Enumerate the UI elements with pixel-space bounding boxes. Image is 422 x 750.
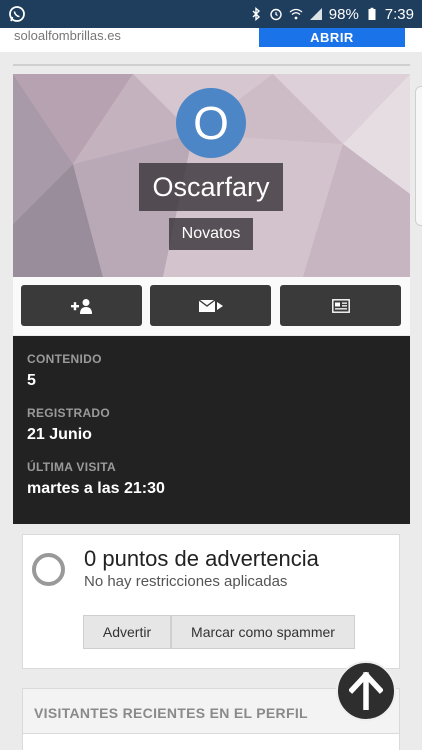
envelope-icon xyxy=(198,298,223,312)
signal-icon xyxy=(309,8,322,20)
battery-percent: 98% xyxy=(328,5,359,23)
battery-icon xyxy=(368,7,376,20)
avatar[interactable]: O xyxy=(176,88,246,158)
profile-banner: O Oscarfary Novatos xyxy=(13,74,410,277)
registered-value: 21 Junio xyxy=(27,426,92,443)
scroll-to-top-button[interactable] xyxy=(336,661,396,721)
wifi-icon xyxy=(289,8,303,20)
last-visit-label: ÚLTIMA VISITA xyxy=(27,460,117,474)
profile-posts-button[interactable] xyxy=(280,285,401,326)
warning-gauge-icon xyxy=(32,553,65,586)
last-visit-value: martes a las 21:30 xyxy=(27,480,165,497)
divider xyxy=(13,64,410,66)
arrow-up-icon xyxy=(349,672,383,710)
registered-label: REGISTRADO xyxy=(27,406,111,420)
content-label: CONTENIDO xyxy=(27,352,102,366)
ad-open-button[interactable]: ABRIR xyxy=(259,28,405,47)
content-value[interactable]: 5 xyxy=(27,372,36,390)
warn-button[interactable]: Advertir xyxy=(83,615,171,649)
warning-points-card: 0 puntos de advertencia No hay restricci… xyxy=(22,534,400,669)
follow-button[interactable] xyxy=(21,285,142,326)
bluetooth-icon xyxy=(252,7,260,21)
user-rank-badge: Novatos xyxy=(169,218,253,250)
add-user-icon xyxy=(70,298,92,314)
warning-points-title: 0 puntos de advertencia xyxy=(84,546,319,571)
clock-time: 7:39 xyxy=(384,5,414,23)
ad-banner: soloalfombrillas.es ABRIR xyxy=(0,28,422,52)
whatsapp-icon xyxy=(9,6,25,22)
recent-visitors-list xyxy=(23,733,399,750)
warning-restrictions-text: No hay restricciones aplicadas xyxy=(84,573,288,590)
status-bar: 98% 7:39 xyxy=(0,0,422,28)
profile-actions xyxy=(13,277,410,335)
newspaper-icon xyxy=(331,298,350,313)
ad-url[interactable]: soloalfombrillas.es xyxy=(14,28,121,43)
recent-visitors-title: VISITANTES RECIENTES EN EL PERFIL xyxy=(34,705,308,721)
side-drawer-tab[interactable] xyxy=(415,86,422,226)
profile-stats: CONTENIDO 5 REGISTRADO 21 Junio ÚLTIMA V… xyxy=(13,336,410,524)
username: Oscarfary xyxy=(139,163,283,211)
mark-spammer-button[interactable]: Marcar como spammer xyxy=(171,615,355,649)
alarm-icon xyxy=(270,8,282,21)
message-button[interactable] xyxy=(150,285,271,326)
